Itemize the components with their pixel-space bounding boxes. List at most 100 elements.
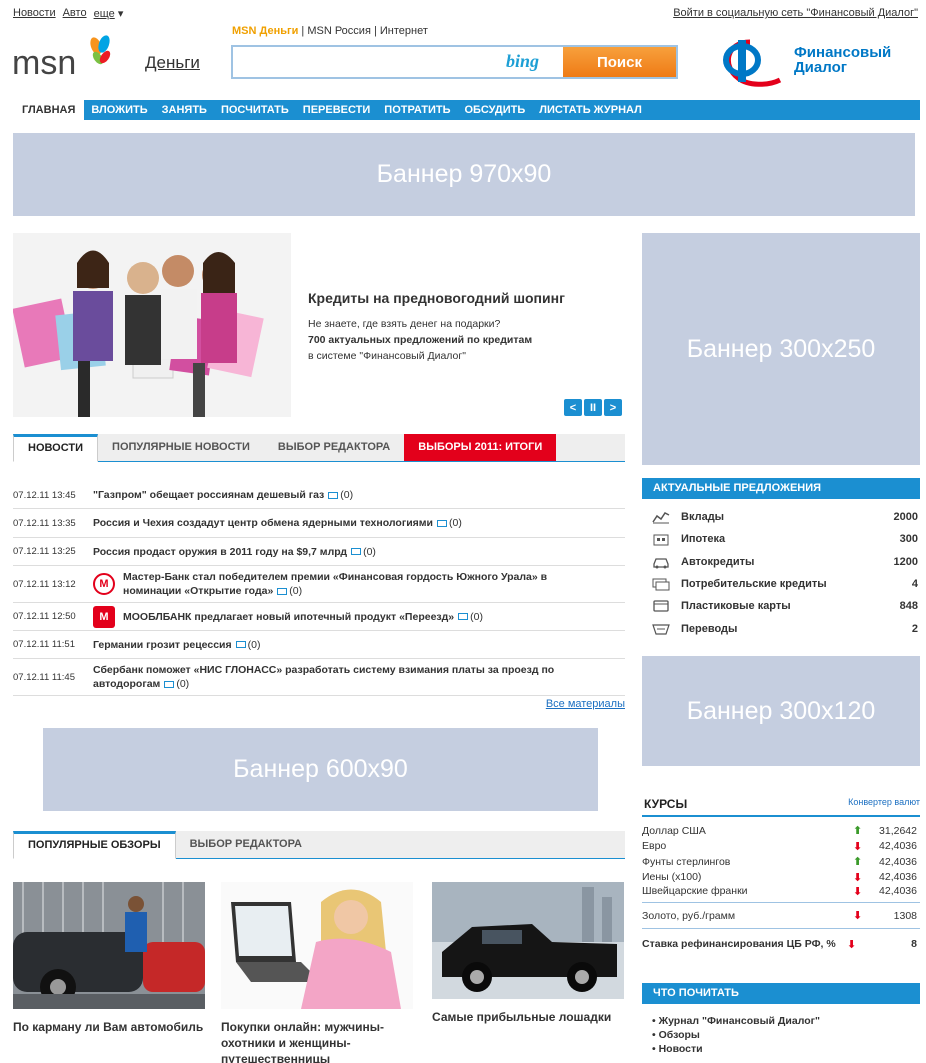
- news-comment-count: (0): [363, 545, 376, 558]
- offer-count: 848: [899, 600, 918, 613]
- pause-icon[interactable]: II: [584, 399, 602, 416]
- offer-consumer-loans[interactable]: Потребительские кредиты 4: [642, 573, 920, 595]
- rate-name: Фунты стерлингов: [642, 855, 731, 868]
- news-comments[interactable]: (0): [277, 585, 302, 597]
- mooblbank-logo-icon: M: [93, 605, 115, 628]
- search-tab-msn-money[interactable]: MSN Деньги: [232, 25, 298, 37]
- news-title[interactable]: Мастер-Банк стал победителем премии «Фин…: [123, 570, 603, 598]
- review-image-car-wash[interactable]: [13, 882, 205, 1009]
- review-title[interactable]: Покупки онлайн: мужчины-охотники и женщи…: [221, 1019, 413, 1063]
- search-input[interactable]: [237, 51, 497, 73]
- news-title[interactable]: Россия и Чехия создадут центр обмена яде…: [93, 516, 462, 530]
- currency-converter-link[interactable]: Конвертер валют: [848, 797, 920, 807]
- read-item-magazine[interactable]: Журнал "Финансовый Диалог": [652, 1014, 820, 1028]
- section-title[interactable]: Деньги: [145, 53, 200, 73]
- rate-name: Ставка рефинансирования ЦБ РФ, %: [642, 938, 836, 950]
- arrow-up-icon: ⬆: [853, 856, 863, 869]
- tab-news[interactable]: НОВОСТИ: [13, 434, 99, 462]
- banner-right-small[interactable]: Баннер 300x120: [642, 656, 920, 766]
- news-title[interactable]: МООБЛБАНК предлагает новый ипотечный про…: [123, 610, 483, 624]
- slider-controls: < II >: [564, 399, 622, 416]
- fd-logo-line2: Диалог: [794, 59, 847, 76]
- offer-label: Пластиковые карты: [681, 600, 791, 613]
- news-comments[interactable]: (0): [164, 678, 189, 690]
- offer-auto-loans[interactable]: Автокредиты 1200: [642, 551, 920, 573]
- nav-transfer[interactable]: ПЕРЕВЕСТИ: [296, 104, 378, 116]
- hero-desc-line3: в системе "Финансовый Диалог": [308, 350, 466, 362]
- offer-transfers[interactable]: Переводы 2: [642, 617, 920, 639]
- hero-image[interactable]: [13, 233, 291, 417]
- review-card[interactable]: По карману ли Вам автомобиль: [13, 882, 205, 1035]
- bing-logo: bing: [506, 51, 540, 71]
- offer-deposits[interactable]: Вклады 2000: [642, 506, 920, 528]
- read-item-news[interactable]: Новости: [652, 1042, 820, 1056]
- offer-label: Ипотека: [681, 533, 726, 546]
- news-title[interactable]: Россия продаст оружия в 2011 году на $9,…: [93, 545, 376, 559]
- tab-reviews-editors-choice[interactable]: ВЫБОР РЕДАКТОРА: [176, 831, 316, 858]
- arrow-down-icon: ⬇: [853, 886, 863, 898]
- top-link-news[interactable]: Новости: [13, 7, 56, 20]
- comment-icon: [351, 548, 362, 556]
- rate-value: 1308: [893, 909, 917, 922]
- news-title[interactable]: Германии грозит рецессия (0): [93, 638, 260, 652]
- tab-elections-2011[interactable]: ВЫБОРЫ 2011: ИТОГИ: [404, 434, 557, 461]
- all-materials-link[interactable]: Все материалы: [546, 698, 625, 710]
- news-title-text: Сбербанк поможет «НИС ГЛОНАСС» разработа…: [93, 664, 555, 690]
- banner-right-large[interactable]: Баннер 300x250: [642, 233, 920, 465]
- news-title[interactable]: "Газпром" обещает россиянам дешевый газ (…: [93, 488, 353, 502]
- tab-editors-choice[interactable]: ВЫБОР РЕДАКТОРА: [264, 434, 404, 461]
- nav-magazine[interactable]: ЛИСТАТЬ ЖУРНАЛ: [532, 104, 649, 116]
- review-card[interactable]: Самые прибыльные лошадки: [432, 882, 624, 1025]
- review-image-online-shopping[interactable]: [221, 882, 413, 1009]
- offer-cards[interactable]: Пластиковые карты 848: [642, 595, 920, 617]
- msn-logo-text: msn: [12, 44, 76, 80]
- nav-calculate[interactable]: ПОСЧИТАТЬ: [214, 104, 296, 116]
- news-title[interactable]: Сбербанк поможет «НИС ГЛОНАСС» разработа…: [93, 663, 593, 691]
- comment-icon: [437, 519, 448, 527]
- tab-popular-news[interactable]: ПОПУЛЯРНЫЕ НОВОСТИ: [98, 434, 264, 461]
- review-title[interactable]: По карману ли Вам автомобиль: [13, 1019, 205, 1035]
- news-tabs: НОВОСТИ ПОПУЛЯРНЫЕ НОВОСТИ ВЫБОР РЕДАКТО…: [13, 434, 625, 462]
- banner-middle[interactable]: Баннер 600x90: [43, 728, 598, 811]
- news-comments[interactable]: (0): [235, 639, 260, 651]
- msn-logo[interactable]: msn: [12, 34, 117, 82]
- next-icon[interactable]: >: [604, 399, 622, 416]
- top-link-auto[interactable]: Авто: [63, 7, 87, 20]
- news-comments[interactable]: (0): [328, 489, 353, 501]
- news-comments[interactable]: (0): [351, 546, 376, 558]
- rate-row: Швейцарские франки ⬇ 42,4036: [642, 885, 920, 903]
- top-link-more[interactable]: еще ▾: [94, 7, 124, 20]
- review-card[interactable]: Покупки онлайн: мужчины-охотники и женщи…: [221, 882, 413, 1063]
- search-tab-internet[interactable]: Интернет: [380, 25, 428, 37]
- news-comments[interactable]: (0): [458, 611, 483, 623]
- prev-icon[interactable]: <: [564, 399, 582, 416]
- gold-rate-row: Золото, руб./грамм ⬇ 1308: [642, 903, 920, 929]
- hero-desc-line2[interactable]: 700 актуальных предложений по кредитам: [308, 332, 598, 348]
- nav-invest[interactable]: ВЛОЖИТЬ: [84, 104, 154, 116]
- news-title-text: Россия продаст оружия в 2011 году на $9,…: [93, 545, 348, 558]
- rate-row: Доллар США ⬆ 31,2642: [642, 823, 920, 839]
- search-button[interactable]: Поиск: [563, 47, 676, 77]
- nav-borrow[interactable]: ЗАНЯТЬ: [155, 104, 214, 116]
- news-comment-count: (0): [470, 610, 483, 623]
- comment-icon: [458, 613, 469, 621]
- social-login-link[interactable]: Войти в социальную сеть "Финансовый Диал…: [673, 7, 918, 19]
- rate-value: 42,4036: [879, 871, 917, 884]
- news-comment-count: (0): [449, 517, 462, 529]
- news-comments[interactable]: (0): [437, 517, 462, 529]
- news-item: 07.12.11 11:45 Сбербанк поможет «НИС ГЛО…: [13, 659, 625, 696]
- tab-popular-reviews[interactable]: ПОПУЛЯРНЫЕ ОБЗОРЫ: [13, 831, 176, 859]
- nav-discuss[interactable]: ОБСУДИТЬ: [458, 104, 533, 116]
- hero-title[interactable]: Кредиты на предновогодний шопинг: [308, 290, 565, 306]
- nav-home[interactable]: ГЛАВНАЯ: [13, 100, 85, 120]
- review-title[interactable]: Самые прибыльные лошадки: [432, 1009, 624, 1025]
- top-links: Новости Авто еще ▾: [13, 7, 123, 20]
- banner-top[interactable]: Баннер 970x90: [13, 133, 915, 216]
- review-image-truck[interactable]: [432, 882, 624, 999]
- offer-mortgage[interactable]: Ипотека 300: [642, 528, 920, 550]
- search-tab-msn-russia[interactable]: MSN Россия: [307, 25, 371, 37]
- news-comment-count: (0): [340, 489, 354, 501]
- financial-dialog-logo[interactable]: Финансовый Диалог: [720, 36, 910, 88]
- nav-spend[interactable]: ПОТРАТИТЬ: [377, 104, 457, 116]
- read-item-reviews[interactable]: Обзоры: [652, 1028, 820, 1042]
